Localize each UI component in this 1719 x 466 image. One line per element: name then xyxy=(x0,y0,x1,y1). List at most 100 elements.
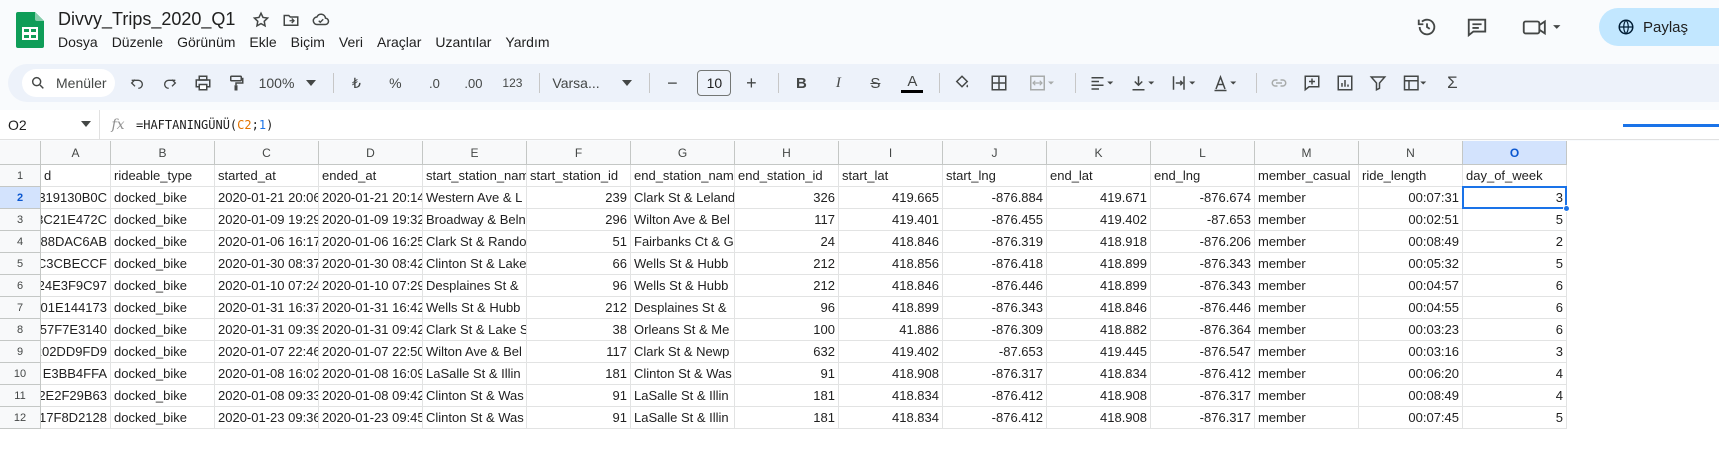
table-cell[interactable]: 00:02:51 xyxy=(1359,209,1463,231)
table-cell[interactable]: 2020-01-08 09:42 xyxy=(319,385,423,407)
header-cell[interactable]: member_casual xyxy=(1255,165,1359,187)
table-cell[interactable]: 5 xyxy=(1463,209,1567,231)
undo-icon[interactable] xyxy=(123,69,151,97)
text-color-button[interactable]: A xyxy=(898,69,926,97)
font-size-input[interactable]: 10 xyxy=(697,70,732,96)
table-cell[interactable]: 418.899 xyxy=(1047,253,1151,275)
table-cell[interactable]: 91 xyxy=(735,363,839,385)
header-cell[interactable]: end_lat xyxy=(1047,165,1151,187)
table-cell[interactable]: 181 xyxy=(735,385,839,407)
table-cell[interactable]: 2020-01-08 09:33 xyxy=(215,385,319,407)
table-cell[interactable]: 326 xyxy=(735,187,839,209)
column-header-a[interactable]: A xyxy=(41,141,111,165)
column-header-e[interactable]: E xyxy=(423,141,527,165)
table-cell[interactable]: -876.455 xyxy=(943,209,1047,231)
table-cell[interactable]: 419.402 xyxy=(839,341,943,363)
table-cell[interactable]: 17F8D2128 xyxy=(41,407,111,429)
header-cell[interactable]: start_lng xyxy=(943,165,1047,187)
table-cell[interactable]: 66 xyxy=(527,253,631,275)
table-cell[interactable]: -876.309 xyxy=(943,319,1047,341)
table-cell[interactable]: 100 xyxy=(735,319,839,341)
table-cell[interactable]: -876.343 xyxy=(1151,253,1255,275)
column-header-o[interactable]: O xyxy=(1463,141,1567,165)
table-cell[interactable]: 24 xyxy=(735,231,839,253)
table-cell[interactable]: 24E3F9C97 xyxy=(41,275,111,297)
star-icon[interactable] xyxy=(250,9,272,31)
table-cell[interactable]: LaSalle St & Illin xyxy=(631,407,735,429)
table-cell[interactable]: 2020-01-21 20:14 xyxy=(319,187,423,209)
table-cell[interactable]: 00:08:49 xyxy=(1359,385,1463,407)
header-cell[interactable]: end_station_id xyxy=(735,165,839,187)
table-cell[interactable]: -876.317 xyxy=(1151,407,1255,429)
table-cell[interactable]: 3C21E472C xyxy=(41,209,111,231)
table-cell[interactable]: Wells St & Hubb xyxy=(423,297,527,319)
table-cell[interactable]: 00:05:32 xyxy=(1359,253,1463,275)
redo-icon[interactable] xyxy=(156,69,184,97)
column-header-j[interactable]: J xyxy=(943,141,1047,165)
column-header-l[interactable]: L xyxy=(1151,141,1255,165)
table-cell[interactable]: 00:08:49 xyxy=(1359,231,1463,253)
header-cell[interactable]: d xyxy=(41,165,111,187)
header-cell[interactable]: start_station_nam xyxy=(423,165,527,187)
table-cell[interactable]: Desplaines St & xyxy=(423,275,527,297)
table-cell[interactable]: 4 xyxy=(1463,385,1567,407)
table-cell[interactable]: member xyxy=(1255,297,1359,319)
menu-item[interactable]: Uzantılar xyxy=(435,34,498,50)
text-wrapping-icon[interactable] xyxy=(1166,69,1202,97)
menu-item[interactable]: Görünüm xyxy=(177,34,242,50)
table-cell[interactable]: 419.665 xyxy=(839,187,943,209)
header-cell[interactable]: ended_at xyxy=(319,165,423,187)
font-size-decrease-button[interactable]: − xyxy=(658,69,686,97)
table-cell[interactable]: 2020-01-07 22:50 xyxy=(319,341,423,363)
table-cell[interactable]: 6 xyxy=(1463,275,1567,297)
table-cell[interactable]: -876.412 xyxy=(943,407,1047,429)
vertical-align-icon[interactable] xyxy=(1125,69,1161,97)
table-cell[interactable]: member xyxy=(1255,231,1359,253)
menus-search-button[interactable]: Menüler xyxy=(22,69,115,97)
table-cell[interactable]: 212 xyxy=(527,297,631,319)
column-header-h[interactable]: H xyxy=(735,141,839,165)
table-cell[interactable]: 181 xyxy=(735,407,839,429)
table-cell[interactable]: -876.674 xyxy=(1151,187,1255,209)
table-cell[interactable]: 2020-01-30 08:42 xyxy=(319,253,423,275)
table-cell[interactable]: Desplaines St & xyxy=(631,297,735,319)
table-cell[interactable]: 117 xyxy=(735,209,839,231)
header-cell[interactable]: day_of_week xyxy=(1463,165,1567,187)
table-cell[interactable]: docked_bike xyxy=(111,407,215,429)
table-cell[interactable]: 418.908 xyxy=(1047,385,1151,407)
header-cell[interactable]: end_lng xyxy=(1151,165,1255,187)
table-cell[interactable]: 418.846 xyxy=(839,275,943,297)
zoom-select[interactable]: 100% xyxy=(255,69,321,97)
table-cell[interactable]: docked_bike xyxy=(111,187,215,209)
decrease-decimal-button[interactable]: .0 xyxy=(420,69,448,97)
formula-input[interactable]: =HAFTANINGÜNÜ(C2;1) xyxy=(136,118,273,132)
table-cell[interactable]: 357F7E3140 xyxy=(41,319,111,341)
horizontal-align-icon[interactable] xyxy=(1084,69,1120,97)
table-cell[interactable]: 00:04:55 xyxy=(1359,297,1463,319)
table-cell[interactable]: 418.846 xyxy=(839,231,943,253)
name-box[interactable]: O2 xyxy=(0,109,100,140)
table-cell[interactable]: -876.319 xyxy=(943,231,1047,253)
table-cell[interactable]: 2020-01-10 07:24 xyxy=(215,275,319,297)
insert-comment-icon[interactable] xyxy=(1298,69,1326,97)
table-cell[interactable]: 419.401 xyxy=(839,209,943,231)
table-cell[interactable]: 212 xyxy=(735,275,839,297)
table-cell[interactable]: docked_bike xyxy=(111,275,215,297)
table-cell[interactable]: 51 xyxy=(527,231,631,253)
table-cell[interactable]: member xyxy=(1255,319,1359,341)
table-cell[interactable]: member xyxy=(1255,341,1359,363)
table-cell[interactable]: 3 xyxy=(1463,341,1567,363)
table-cell[interactable]: 2020-01-10 07:29 xyxy=(319,275,423,297)
row-header[interactable]: 2 xyxy=(0,187,41,209)
table-cell[interactable]: 91 xyxy=(527,407,631,429)
column-header-k[interactable]: K xyxy=(1047,141,1151,165)
table-cell[interactable]: 2020-01-31 16:42 xyxy=(319,297,423,319)
row-header[interactable]: 7 xyxy=(0,297,41,319)
print-icon[interactable] xyxy=(189,69,217,97)
table-cell[interactable]: 418.834 xyxy=(839,407,943,429)
menu-item[interactable]: Veri xyxy=(339,34,370,50)
filter-views-icon[interactable] xyxy=(1397,69,1433,97)
table-cell[interactable]: 418.834 xyxy=(1047,363,1151,385)
table-cell[interactable]: -876.418 xyxy=(943,253,1047,275)
table-cell[interactable]: -876.547 xyxy=(1151,341,1255,363)
